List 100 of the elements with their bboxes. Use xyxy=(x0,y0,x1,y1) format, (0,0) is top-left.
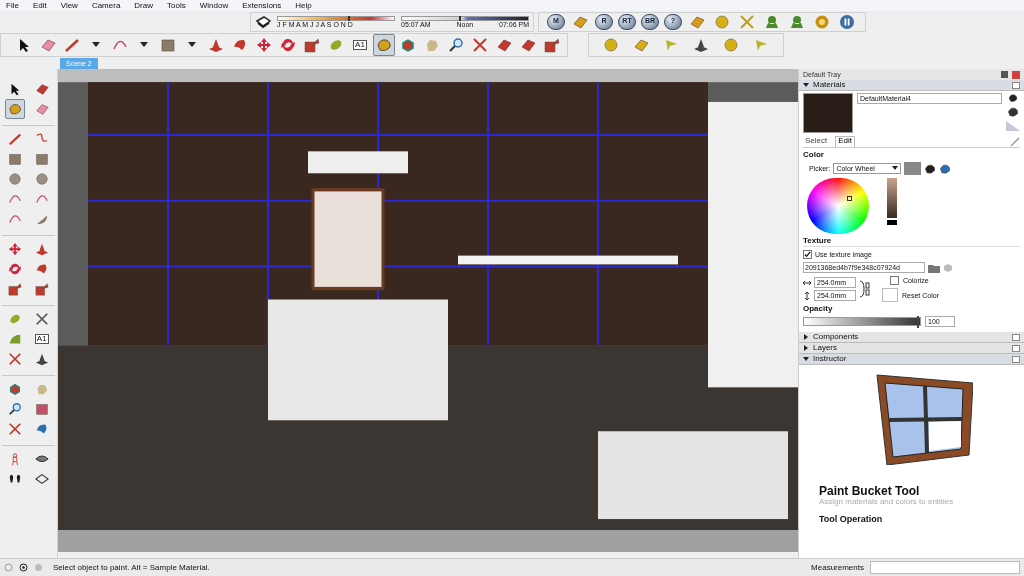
follow-me-icon xyxy=(34,262,49,276)
circle-icon xyxy=(8,172,23,186)
measurements-field[interactable] xyxy=(870,561,1020,574)
tool-button[interactable]: A1 xyxy=(349,33,371,56)
tag-icon xyxy=(572,13,588,30)
shadow-icon[interactable] xyxy=(255,14,271,29)
tray-panel-header[interactable]: Components xyxy=(799,332,1024,343)
rectangle-icon xyxy=(160,36,176,53)
section-heading: Opacity xyxy=(803,305,834,313)
instructor-section-title: Tool Operation xyxy=(819,515,884,524)
instructor-description: Assign materials and colors to entities xyxy=(819,497,955,507)
section-heading: Color xyxy=(803,151,825,159)
panel-title: Materials xyxy=(813,81,847,89)
tree-icon xyxy=(764,13,780,30)
eraser-icon xyxy=(40,36,56,53)
menu-item[interactable]: Edit xyxy=(32,1,47,10)
eraser-icon xyxy=(34,102,49,116)
pencil-icon xyxy=(64,36,80,53)
pause-icon xyxy=(839,13,855,30)
tray-panel-header[interactable]: Materials xyxy=(799,80,1024,91)
pencil-icon xyxy=(8,132,23,146)
magnifier-icon xyxy=(8,402,23,416)
tool-button[interactable]: A1 xyxy=(31,329,52,349)
plane-icon xyxy=(633,36,649,53)
eyedropper-icon[interactable] xyxy=(1010,137,1020,147)
sphere-icon xyxy=(603,36,619,53)
status-message: Select object to paint. Alt = Sample Material. xyxy=(53,563,211,572)
tree-icon xyxy=(789,13,805,30)
orbit-icon xyxy=(8,382,23,396)
brightness-bar[interactable] xyxy=(887,178,897,218)
zoom-extents-icon xyxy=(8,422,23,436)
mesh-icon xyxy=(34,352,49,366)
panel-title: Instructor xyxy=(813,355,848,363)
rectangle-icon xyxy=(8,152,23,166)
footprints-icon xyxy=(8,472,23,486)
protractor-icon xyxy=(8,332,23,346)
material-tab[interactable]: Select xyxy=(803,137,830,147)
crossed-sticks-icon xyxy=(739,13,755,30)
circle-icon xyxy=(34,172,49,186)
opacity-slider-track[interactable] xyxy=(803,317,921,326)
menu-item[interactable]: Camera xyxy=(91,1,121,10)
caret-icon xyxy=(188,42,196,47)
checkbox[interactable] xyxy=(803,250,812,259)
sphere-icon xyxy=(723,36,739,53)
rotate-icon xyxy=(8,262,23,276)
rectangle-icon xyxy=(34,152,49,166)
opacity-slider-thumb[interactable] xyxy=(916,316,919,328)
icon-label: A1 xyxy=(34,334,49,344)
width-arrows-icon xyxy=(803,279,811,286)
instructor-title: Paint Bucket Tool xyxy=(819,485,921,497)
menu-item[interactable]: Draw xyxy=(134,1,153,10)
close-button[interactable] xyxy=(1012,70,1020,79)
orbit-icon xyxy=(400,36,416,53)
section-heading: Texture xyxy=(803,237,1020,247)
icon-label: A1 xyxy=(353,39,367,50)
reset-color-swatch[interactable] xyxy=(882,288,898,302)
panel-title: Layers xyxy=(813,344,838,352)
menu-item[interactable]: Extensions xyxy=(242,1,282,10)
magnifier-icon xyxy=(448,36,464,53)
date-slider-thumb[interactable] xyxy=(347,15,350,21)
menu-item[interactable]: Window xyxy=(199,1,229,10)
time-slider-thumb[interactable] xyxy=(458,15,461,21)
chain-link-icon[interactable] xyxy=(859,279,871,299)
menu-item[interactable]: File xyxy=(6,1,19,10)
triangle-icon xyxy=(1006,121,1020,131)
check-icon xyxy=(804,251,811,258)
material-tab[interactable]: Edit xyxy=(835,136,856,147)
caret-icon xyxy=(892,166,899,171)
collapse-arrow-icon xyxy=(803,82,809,88)
time-slider-track[interactable] xyxy=(401,15,529,21)
caret-icon xyxy=(140,42,148,47)
rotate-icon xyxy=(280,36,296,53)
material-swatch xyxy=(803,93,853,133)
color-wheel[interactable] xyxy=(807,178,869,234)
plugin-button[interactable] xyxy=(837,12,857,31)
panel-close-button[interactable] xyxy=(1012,81,1020,89)
menu-item[interactable]: Tools xyxy=(167,1,186,10)
folder-icon[interactable] xyxy=(928,262,940,273)
menu-item[interactable]: Help xyxy=(295,1,312,10)
target-icon xyxy=(814,13,830,30)
component-icon xyxy=(520,36,536,53)
tray-panel-header[interactable]: Layers xyxy=(799,343,1024,354)
export-icon xyxy=(544,36,560,53)
wheel-marker[interactable] xyxy=(847,196,852,201)
menu-item[interactable]: View xyxy=(60,1,78,10)
component-icon xyxy=(496,36,512,53)
checkbox[interactable] xyxy=(890,276,899,285)
tape-measure-icon xyxy=(8,312,23,326)
color-swatch xyxy=(904,162,922,175)
move-icon xyxy=(256,36,272,53)
section-plane-icon xyxy=(34,472,49,486)
panel-title: Components xyxy=(813,333,860,341)
export-icon xyxy=(34,282,49,296)
scale-icon xyxy=(304,36,320,53)
push-pull-icon xyxy=(34,242,49,256)
info-circle-icon[interactable] xyxy=(19,563,28,572)
tray-panel-header[interactable]: Instructor xyxy=(799,354,1024,365)
brightness-swatch xyxy=(887,220,897,225)
measurements-label: Measurements xyxy=(811,563,864,572)
date-slider-track[interactable] xyxy=(277,15,395,21)
